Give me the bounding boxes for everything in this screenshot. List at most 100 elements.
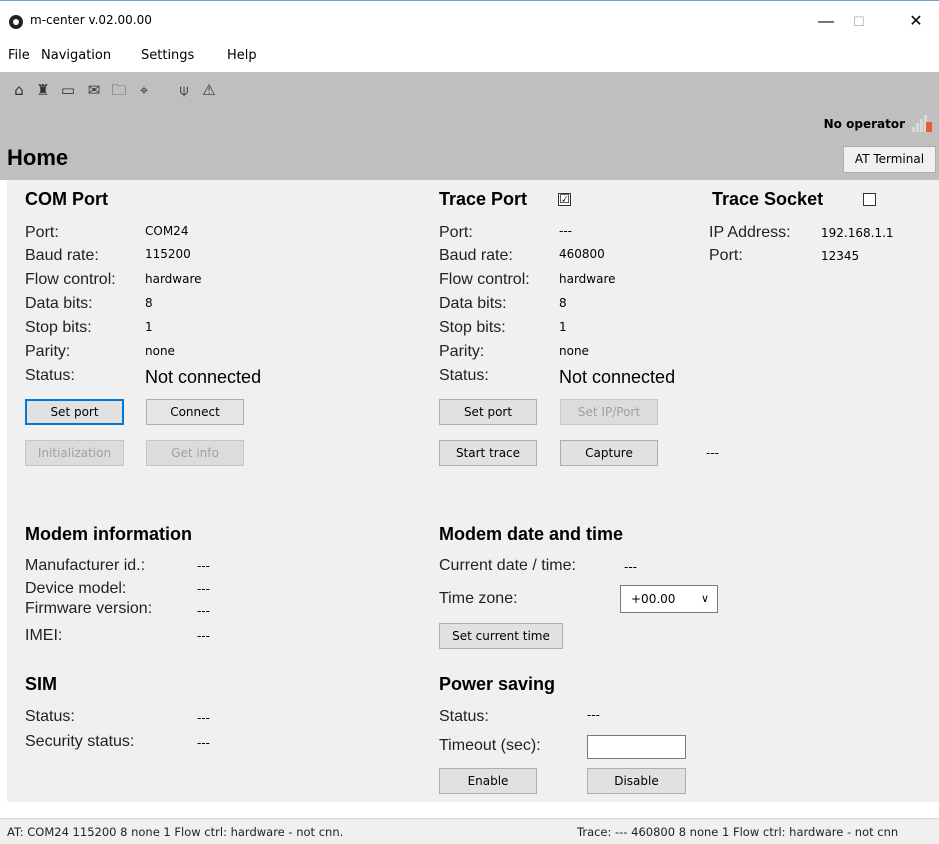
com-parity-value: none <box>145 344 175 358</box>
get-info-button[interactable]: Get info <box>146 440 244 466</box>
socket-port-value: 12345 <box>821 249 860 263</box>
com-stopbits-label: Stop bits: <box>25 319 92 336</box>
satellite-icon[interactable]: ⌖ <box>136 81 152 99</box>
timeout-input[interactable] <box>587 735 686 759</box>
sim-title: SIM <box>25 674 58 694</box>
trace-databits-label: Data bits: <box>439 295 507 312</box>
trace-parity-label: Parity: <box>439 343 485 360</box>
home-icon[interactable]: ⌂ <box>11 81 27 99</box>
manufacturer-value: --- <box>197 559 210 573</box>
disable-button[interactable]: Disable <box>587 768 686 794</box>
firmware-value: --- <box>197 604 210 618</box>
menu-help[interactable]: Help <box>227 48 257 63</box>
antenna-icon[interactable]: ⍦ <box>176 81 192 99</box>
trace-status-value: Not connected <box>559 367 676 387</box>
menu-file[interactable]: File <box>8 48 30 63</box>
set-current-time-button[interactable]: Set current time <box>439 623 563 649</box>
com-set-port-button[interactable]: Set port <box>25 399 124 425</box>
app-icon <box>9 15 23 29</box>
trace-baud-value: 460800 <box>559 247 605 261</box>
trace-stopbits-value: 1 <box>559 320 567 334</box>
power-saving-title: Power saving <box>439 674 556 694</box>
power-status-label: Status: <box>439 708 489 725</box>
at-status-text: AT: COM24 115200 8 none 1 Flow ctrl: har… <box>7 825 344 839</box>
modem-time-title: Modem date and time <box>439 524 624 544</box>
set-ip-port-button[interactable]: Set IP/Port <box>560 399 658 425</box>
title-bar: m-center v.02.00.00 — ☐ ✕ <box>0 0 939 40</box>
com-status-value: Not connected <box>145 367 262 387</box>
trace-databits-value: 8 <box>559 296 567 310</box>
sim-status-value: --- <box>197 711 210 725</box>
initialization-button[interactable]: Initialization <box>25 440 124 466</box>
com-baud-value: 115200 <box>145 247 191 261</box>
current-time-label: Current date / time: <box>439 557 576 574</box>
com-databits-label: Data bits: <box>25 295 93 312</box>
warning-icon[interactable]: ⚠ <box>201 81 217 99</box>
capture-button[interactable]: Capture <box>560 440 658 466</box>
manufacturer-label: Manufacturer id.: <box>25 557 146 574</box>
trace-port-label: Port: <box>439 224 473 241</box>
trace-port-checkbox[interactable]: ☑ <box>558 193 571 206</box>
current-time-value: --- <box>624 560 637 574</box>
device-model-label: Device model: <box>25 580 127 597</box>
enable-button[interactable]: Enable <box>439 768 537 794</box>
at-terminal-button[interactable]: AT Terminal <box>843 146 936 173</box>
firmware-label: Firmware version: <box>25 600 153 617</box>
sim-status-label: Status: <box>25 708 75 725</box>
page-title: Home <box>7 145 69 170</box>
menu-navigation[interactable]: Navigation <box>41 48 111 63</box>
com-flow-label: Flow control: <box>25 271 116 288</box>
com-port-value: COM24 <box>145 224 189 238</box>
com-flow-value: hardware <box>145 272 202 286</box>
trace-socket-title: Trace Socket <box>712 189 824 209</box>
toolbar: ⌂ ♜ ▭ ✉ 🗀 ⌖ ⍦ ⚠ <box>0 72 939 180</box>
signal-strength-icon <box>912 112 932 132</box>
device-model-value: --- <box>197 582 210 596</box>
timezone-select[interactable]: +00.00 ∨ <box>620 585 718 613</box>
menu-settings[interactable]: Settings <box>141 48 194 63</box>
timeout-label: Timeout (sec): <box>439 737 541 754</box>
trace-stopbits-label: Stop bits: <box>439 319 506 336</box>
com-parity-label: Parity: <box>25 343 71 360</box>
trace-set-port-button[interactable]: Set port <box>439 399 537 425</box>
tower-icon[interactable]: ♜ <box>35 81 51 99</box>
trace-port-value: --- <box>559 224 572 238</box>
trace-flow-value: hardware <box>559 272 616 286</box>
trace-baud-label: Baud rate: <box>439 247 513 264</box>
security-status-value: --- <box>197 736 210 750</box>
start-trace-button[interactable]: Start trace <box>439 440 537 466</box>
imei-value: --- <box>197 629 210 643</box>
ip-address-value: 192.168.1.1 <box>821 226 894 240</box>
device-icon[interactable]: ▭ <box>60 81 76 99</box>
power-status-value: --- <box>587 708 600 722</box>
status-bar: AT: COM24 115200 8 none 1 Flow ctrl: har… <box>0 818 939 844</box>
trace-parity-value: none <box>559 344 589 358</box>
trace-port-title: Trace Port <box>439 189 528 209</box>
com-status-label: Status: <box>25 367 75 384</box>
com-databits-value: 8 <box>145 296 153 310</box>
com-port-title: COM Port <box>25 189 108 209</box>
imei-label: IMEI: <box>25 627 63 644</box>
maximize-button[interactable]: ☐ <box>836 7 882 37</box>
capture-status: --- <box>706 446 719 460</box>
connect-button[interactable]: Connect <box>146 399 244 425</box>
trace-status-text: Trace: --- 460800 8 none 1 Flow ctrl: ha… <box>577 825 899 839</box>
timezone-value: +00.00 <box>631 592 676 606</box>
com-stopbits-value: 1 <box>145 320 153 334</box>
ip-address-label: IP Address: <box>709 224 791 241</box>
operator-status: No operator <box>823 117 905 131</box>
trace-socket-checkbox[interactable] <box>863 193 876 206</box>
folder-icon[interactable]: 🗀 <box>111 81 127 99</box>
socket-port-label: Port: <box>709 247 743 264</box>
window-title: m-center v.02.00.00 <box>30 13 152 27</box>
chevron-down-icon: ∨ <box>700 592 709 605</box>
modem-info-title: Modem information <box>25 524 192 544</box>
com-baud-label: Baud rate: <box>25 247 99 264</box>
mail-icon[interactable]: ✉ <box>86 81 102 99</box>
trace-flow-label: Flow control: <box>439 271 530 288</box>
security-status-label: Security status: <box>25 733 135 750</box>
close-button[interactable]: ✕ <box>893 7 939 37</box>
timezone-label: Time zone: <box>439 590 518 607</box>
com-port-label: Port: <box>25 224 59 241</box>
trace-status-label: Status: <box>439 367 489 384</box>
